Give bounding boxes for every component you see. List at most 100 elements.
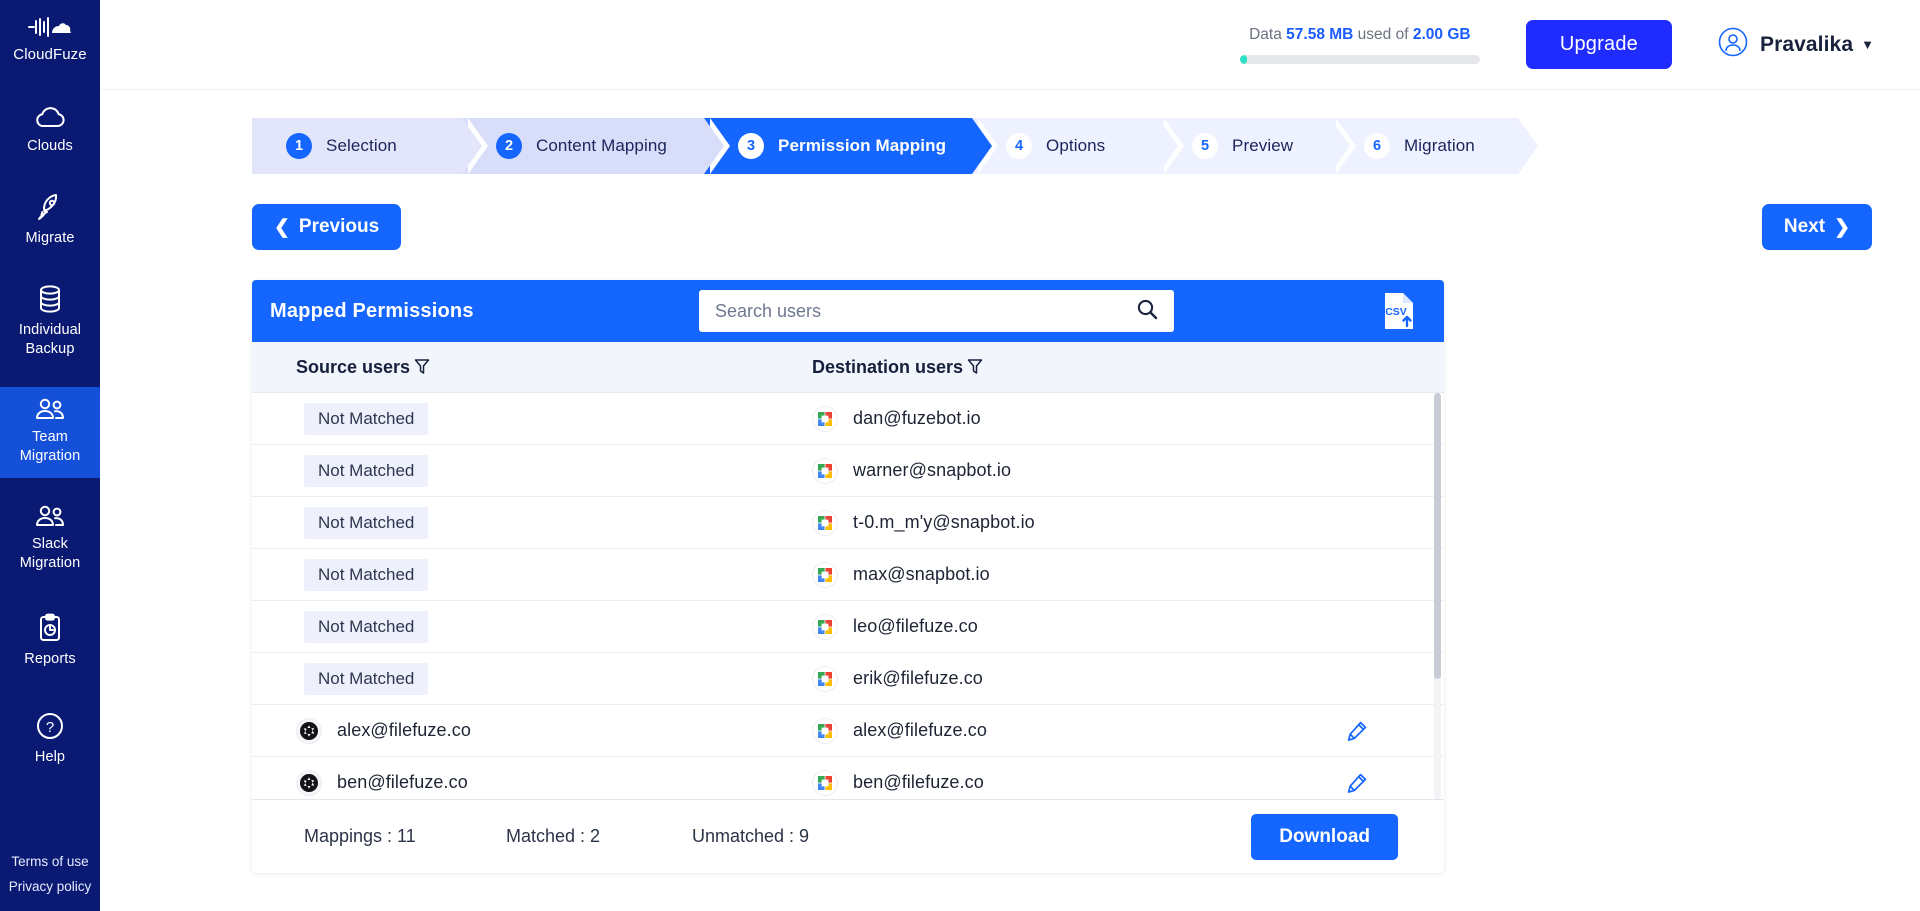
- data-usage-progress-bar: [1239, 54, 1480, 64]
- column-destination-users: Destination users: [812, 357, 1444, 378]
- filter-icon[interactable]: [967, 358, 983, 376]
- data-usage-used: 57.58 MB: [1286, 25, 1354, 43]
- destination-user-email: ben@filefuze.co: [853, 772, 984, 792]
- user-menu[interactable]: Pravalika ▼: [1718, 27, 1874, 62]
- step-selection[interactable]: 1 Selection: [252, 118, 488, 174]
- sidebar-item-migrate[interactable]: Migrate: [0, 182, 100, 260]
- data-usage-total: 2.00 GB: [1412, 25, 1471, 43]
- download-button[interactable]: Download: [1251, 814, 1398, 860]
- top-bar: Data 57.58 MB used of 2.00 GB Upgrade Pr…: [100, 0, 1920, 90]
- clipboard-icon: [37, 613, 63, 643]
- destination-cloud-icon: [812, 613, 838, 640]
- database-icon: [37, 284, 63, 314]
- wizard-stepper-wrap: 1 Selection 2 Content Mapping 3 Permissi…: [100, 90, 1920, 174]
- edit-mapping-icon[interactable]: [1346, 772, 1368, 794]
- column-destination-users-label: Destination users: [812, 356, 964, 377]
- sidebar-item-reports[interactable]: Reports: [0, 603, 100, 681]
- column-source-users: Source users: [252, 357, 812, 378]
- destination-user-email: warner@snapbot.io: [853, 460, 1012, 480]
- search-box[interactable]: [699, 290, 1174, 332]
- users-icon: [33, 504, 67, 528]
- svg-text:?: ?: [46, 719, 54, 736]
- destination-user-cell: leo@filefuze.co: [812, 613, 1312, 640]
- data-usage-middle: used of: [1357, 25, 1409, 43]
- step-label: Preview: [1232, 136, 1294, 155]
- sidebar-brand[interactable]: CloudFuze: [0, 0, 100, 82]
- data-usage-progress-fill: [1239, 54, 1248, 64]
- step-number: 4: [1006, 133, 1032, 159]
- step-migration[interactable]: 6 Migration: [1330, 118, 1544, 174]
- source-user-cell: Not Matched: [252, 454, 812, 487]
- not-matched-badge: Not Matched: [304, 402, 429, 435]
- sidebar-item-clouds[interactable]: Clouds: [0, 96, 100, 168]
- step-label: Content Mapping: [536, 136, 667, 155]
- row-actions: [1312, 720, 1444, 742]
- sidebar-item-help[interactable]: ? Help: [0, 701, 100, 779]
- next-button[interactable]: Next ❯: [1761, 204, 1872, 250]
- destination-cloud-icon: [812, 561, 838, 588]
- avatar: [1718, 27, 1748, 62]
- step-number: 3: [738, 133, 764, 159]
- search-input[interactable]: [715, 300, 1136, 322]
- step-label: Options: [1046, 136, 1106, 155]
- source-user-cell: ben@filefuze.co: [252, 769, 812, 796]
- card-footer: Mappings : 11 Matched : 2 Unmatched : 9 …: [252, 799, 1444, 873]
- step-number: 6: [1364, 133, 1390, 159]
- export-csv-button[interactable]: CSV: [1378, 289, 1420, 333]
- sidebar-item-label: Clouds: [27, 138, 73, 154]
- destination-user-email: dan@fuzebot.io: [853, 408, 981, 428]
- card-title: Mapped Permissions: [270, 299, 474, 322]
- step-options[interactable]: 4 Options: [972, 118, 1184, 174]
- data-usage-prefix: Data: [1249, 25, 1282, 43]
- next-button-label: Next: [1783, 216, 1826, 237]
- table-scrollbar-thumb[interactable]: [1434, 393, 1441, 679]
- data-usage-indicator: Data 57.58 MB used of 2.00 GB: [1239, 26, 1480, 64]
- upgrade-button[interactable]: Upgrade: [1525, 20, 1672, 69]
- destination-user-cell: dan@fuzebot.io: [812, 405, 1312, 432]
- step-label: Selection: [326, 136, 397, 155]
- privacy-policy-link[interactable]: Privacy policy: [0, 874, 100, 899]
- destination-user-cell: warner@snapbot.io: [812, 457, 1312, 484]
- sidebar-item-slack-migration[interactable]: Slack Migration: [0, 494, 100, 585]
- data-usage-text: Data 57.58 MB used of 2.00 GB: [1240, 26, 1480, 44]
- table-body: Not Matched dan@fuzebot.io Not Matched warn…: [252, 393, 1444, 799]
- source-user-cell: Not Matched: [252, 662, 812, 695]
- search-icon[interactable]: [1136, 298, 1158, 325]
- chevron-down-icon[interactable]: ▼: [1861, 37, 1874, 52]
- destination-user-cell: max@snapbot.io: [812, 561, 1312, 588]
- filter-icon[interactable]: [414, 358, 430, 376]
- mappings-count: Mappings : 11: [304, 826, 416, 846]
- source-cloud-icon: [296, 717, 322, 744]
- card-header: Mapped Permissions CSV: [252, 280, 1444, 342]
- source-user-cell: Not Matched: [252, 506, 812, 539]
- table-row: Not Matched dan@fuzebot.io: [252, 393, 1444, 445]
- source-user-email: alex@filefuze.co: [337, 720, 471, 740]
- sidebar-item-label: Reports: [24, 651, 76, 667]
- source-user-cell: Not Matched: [252, 402, 812, 435]
- table-scrollbar[interactable]: [1434, 393, 1441, 799]
- step-number: 2: [496, 133, 522, 159]
- previous-button[interactable]: ❮ Previous: [252, 204, 402, 250]
- sidebar-item-individual-backup[interactable]: Individual Backup: [0, 274, 100, 371]
- destination-user-email: leo@filefuze.co: [853, 616, 978, 636]
- question-circle-icon: ?: [35, 711, 65, 741]
- wizard-stepper: 1 Selection 2 Content Mapping 3 Permissi…: [252, 118, 1544, 174]
- table-row: Not Matched erik@filefuze.co: [252, 653, 1444, 705]
- sidebar: CloudFuze Clouds Migrate Individual Back…: [0, 0, 100, 911]
- source-user-cell: Not Matched: [252, 558, 812, 591]
- step-permission-mapping[interactable]: 3 Permission Mapping: [704, 118, 998, 174]
- sidebar-item-team-migration[interactable]: Team Migration: [0, 387, 100, 478]
- table-row: ben@filefuze.co ben@filefuze.co: [252, 757, 1444, 799]
- step-content-mapping[interactable]: 2 Content Mapping: [462, 118, 730, 174]
- destination-cloud-icon: [812, 665, 838, 692]
- chevron-left-icon: ❮: [274, 216, 290, 238]
- cloud-icon: [33, 106, 67, 130]
- edit-mapping-icon[interactable]: [1346, 720, 1368, 742]
- user-name-label: Pravalika: [1759, 32, 1854, 56]
- row-actions: [1312, 772, 1444, 794]
- destination-user-email: t-0.m_m'y@snapbot.io: [853, 512, 1035, 532]
- destination-user-cell: ben@filefuze.co: [812, 769, 1312, 796]
- terms-of-use-link[interactable]: Terms of use: [0, 849, 100, 874]
- svg-text:CSV: CSV: [1385, 306, 1407, 318]
- destination-user-email: max@snapbot.io: [853, 564, 990, 584]
